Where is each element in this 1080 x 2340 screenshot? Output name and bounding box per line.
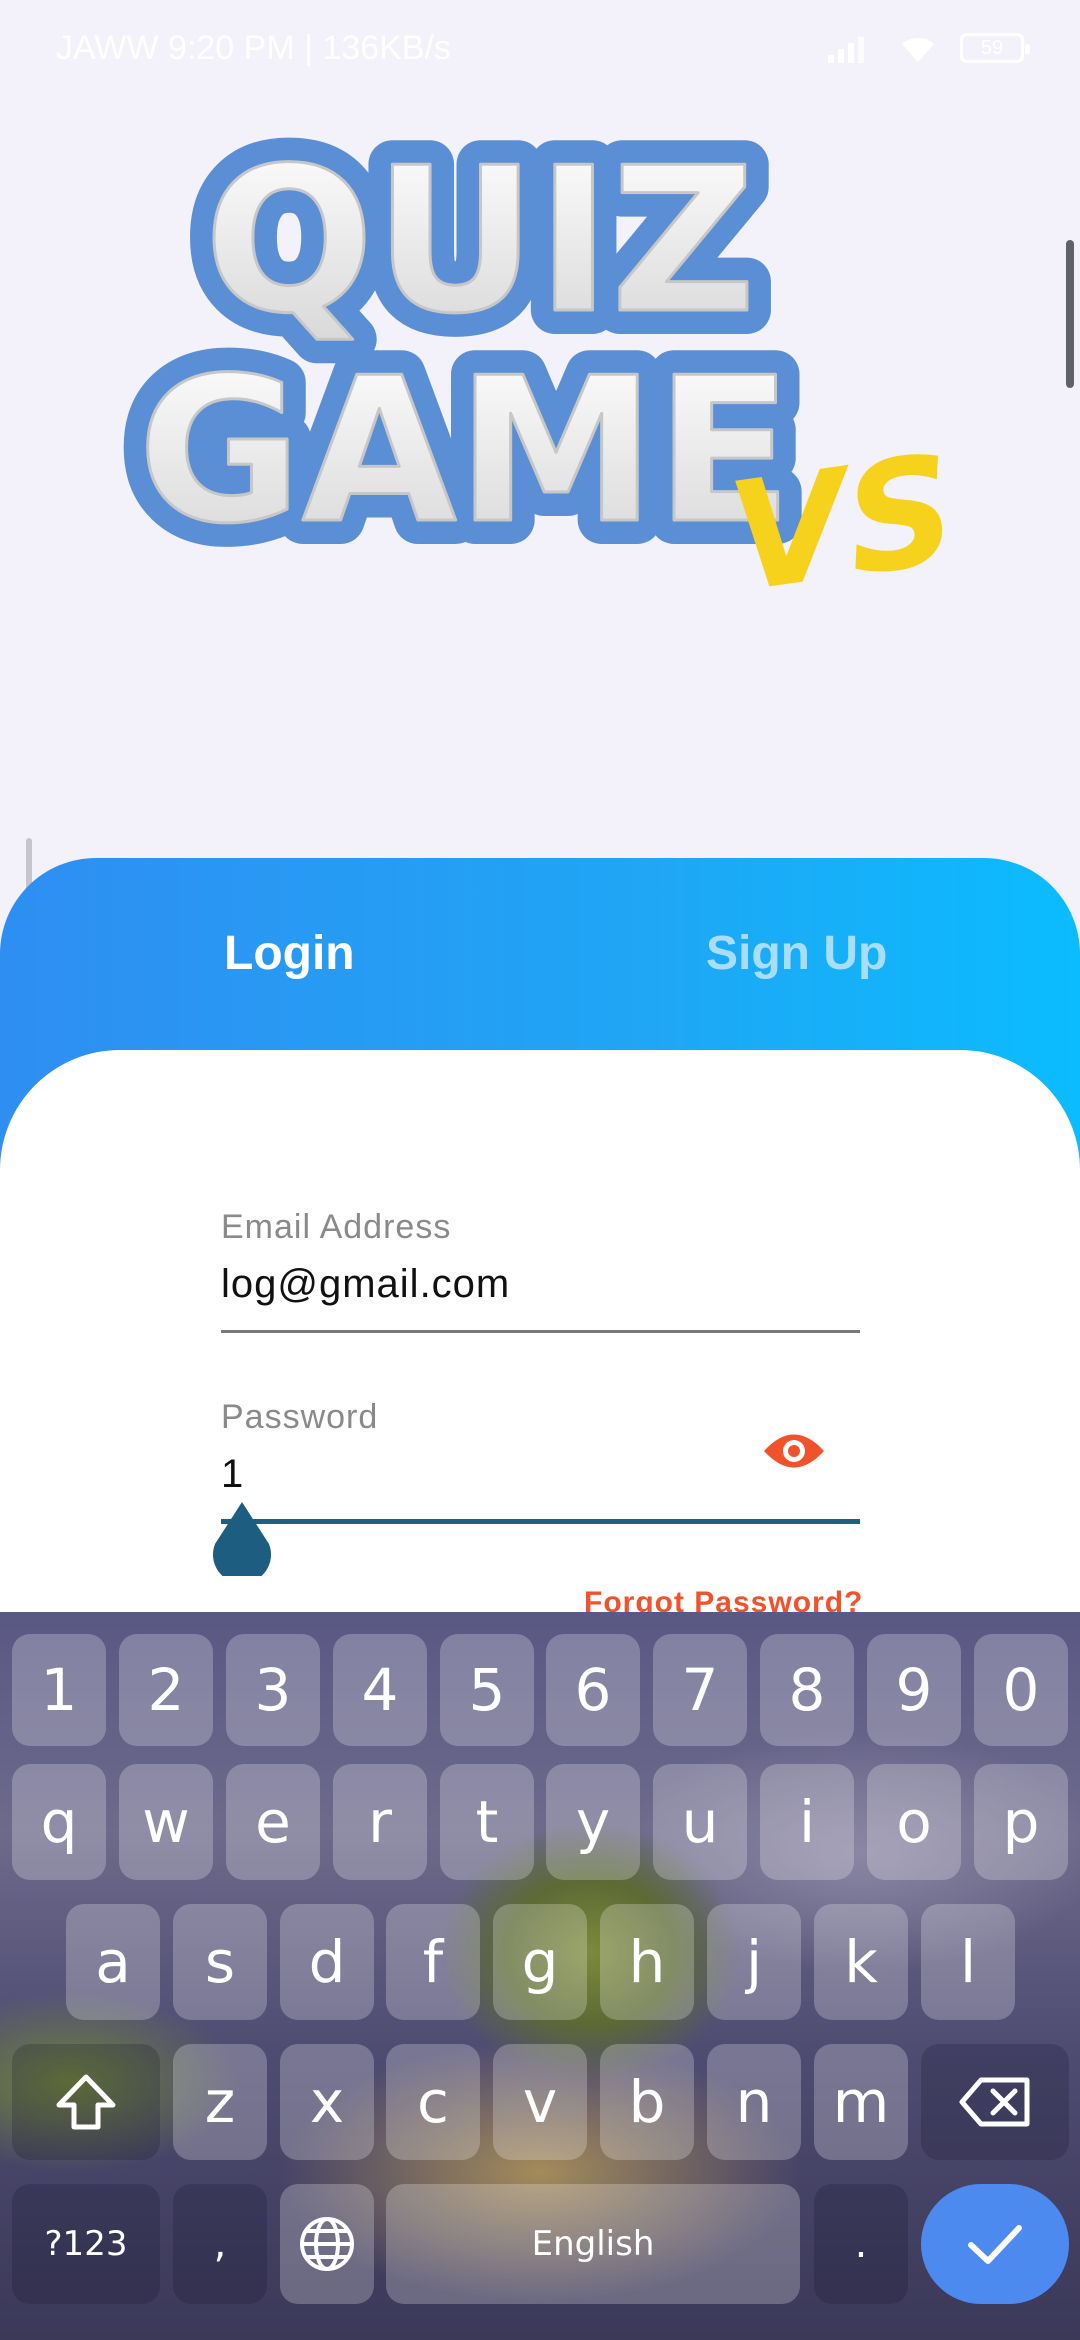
key-v[interactable]: v xyxy=(493,2044,587,2160)
battery-level: 59 xyxy=(980,36,1004,59)
key-p[interactable]: p xyxy=(974,1764,1068,1880)
email-field[interactable]: log@gmail.com xyxy=(221,1262,510,1307)
key-2[interactable]: 2 xyxy=(119,1634,213,1746)
key-4[interactable]: 4 xyxy=(333,1634,427,1746)
shift-icon xyxy=(56,2074,116,2130)
status-icons: 59 xyxy=(826,32,1030,64)
email-label: Email Address xyxy=(221,1208,452,1246)
wifi-icon xyxy=(902,37,934,62)
key-y[interactable]: y xyxy=(546,1764,640,1880)
password-label: Password xyxy=(221,1398,379,1436)
key-x[interactable]: x xyxy=(280,2044,374,2160)
key-1[interactable]: 1 xyxy=(12,1634,106,1746)
screen: JAWW 9:20 PM | 136KB/s 59 QUIZ QUIZ GAME… xyxy=(0,0,1080,2340)
on-screen-keyboard: 1 2 3 4 5 6 7 8 9 0 q w e r t y u i o p … xyxy=(0,1612,1080,2340)
key-n[interactable]: n xyxy=(707,2044,801,2160)
key-m[interactable]: m xyxy=(814,2044,908,2160)
space-bar[interactable]: English xyxy=(386,2184,800,2304)
language-key[interactable] xyxy=(280,2184,374,2304)
key-g[interactable]: g xyxy=(493,1904,587,2020)
battery-icon: 59 xyxy=(960,33,1030,63)
tab-sign-up[interactable]: Sign Up xyxy=(706,926,887,981)
key-t[interactable]: t xyxy=(440,1764,534,1880)
key-5[interactable]: 5 xyxy=(440,1634,534,1746)
email-underline xyxy=(221,1330,860,1333)
key-z[interactable]: z xyxy=(173,2044,267,2160)
key-u[interactable]: u xyxy=(653,1764,747,1880)
scrollbar[interactable] xyxy=(1066,240,1074,388)
key-c[interactable]: c xyxy=(386,2044,480,2160)
key-s[interactable]: s xyxy=(173,1904,267,2020)
symbols-key[interactable]: ?123 xyxy=(12,2184,160,2304)
tab-login[interactable]: Login xyxy=(224,926,355,981)
backspace-key[interactable] xyxy=(921,2044,1069,2160)
status-text: JAWW 9:20 PM | 136KB/s xyxy=(56,28,451,67)
key-l[interactable]: l xyxy=(921,1904,1015,2020)
backspace-icon xyxy=(959,2077,1030,2127)
key-e[interactable]: e xyxy=(226,1764,320,1880)
key-r[interactable]: r xyxy=(333,1764,427,1880)
check-icon xyxy=(968,2225,1022,2264)
text-cursor-handle[interactable] xyxy=(211,1500,273,1576)
comma-key[interactable]: , xyxy=(173,2184,267,2304)
logo-line1: QUIZ xyxy=(204,125,756,358)
show-password-eye-icon[interactable] xyxy=(762,1430,826,1472)
key-8[interactable]: 8 xyxy=(760,1634,854,1746)
password-field[interactable]: 1 xyxy=(221,1452,244,1497)
key-b[interactable]: b xyxy=(600,2044,694,2160)
key-0[interactable]: 0 xyxy=(974,1634,1068,1746)
key-a[interactable]: a xyxy=(66,1904,160,2020)
period-key[interactable]: . xyxy=(814,2184,908,2304)
password-underline xyxy=(221,1519,860,1524)
key-o[interactable]: o xyxy=(867,1764,961,1880)
key-7[interactable]: 7 xyxy=(653,1634,747,1746)
key-i[interactable]: i xyxy=(760,1764,854,1880)
quiz-game-vs-logo: QUIZ QUIZ GAME GAME VS xyxy=(120,101,966,620)
globe-icon xyxy=(300,2217,354,2271)
logo-line2: GAME xyxy=(138,335,793,568)
key-k[interactable]: k xyxy=(814,1904,908,2020)
key-q[interactable]: q xyxy=(12,1764,106,1880)
signal-icon xyxy=(828,37,864,63)
shift-key[interactable] xyxy=(12,2044,160,2160)
status-bar: JAWW 9:20 PM | 136KB/s 59 xyxy=(0,0,1080,96)
key-w[interactable]: w xyxy=(119,1764,213,1880)
logo-vs: VS xyxy=(720,423,966,620)
key-3[interactable]: 3 xyxy=(226,1634,320,1746)
key-h[interactable]: h xyxy=(600,1904,694,2020)
key-d[interactable]: d xyxy=(280,1904,374,2020)
key-f[interactable]: f xyxy=(386,1904,480,2020)
key-6[interactable]: 6 xyxy=(546,1634,640,1746)
key-j[interactable]: j xyxy=(707,1904,801,2020)
key-9[interactable]: 9 xyxy=(867,1634,961,1746)
enter-key[interactable] xyxy=(921,2184,1069,2304)
